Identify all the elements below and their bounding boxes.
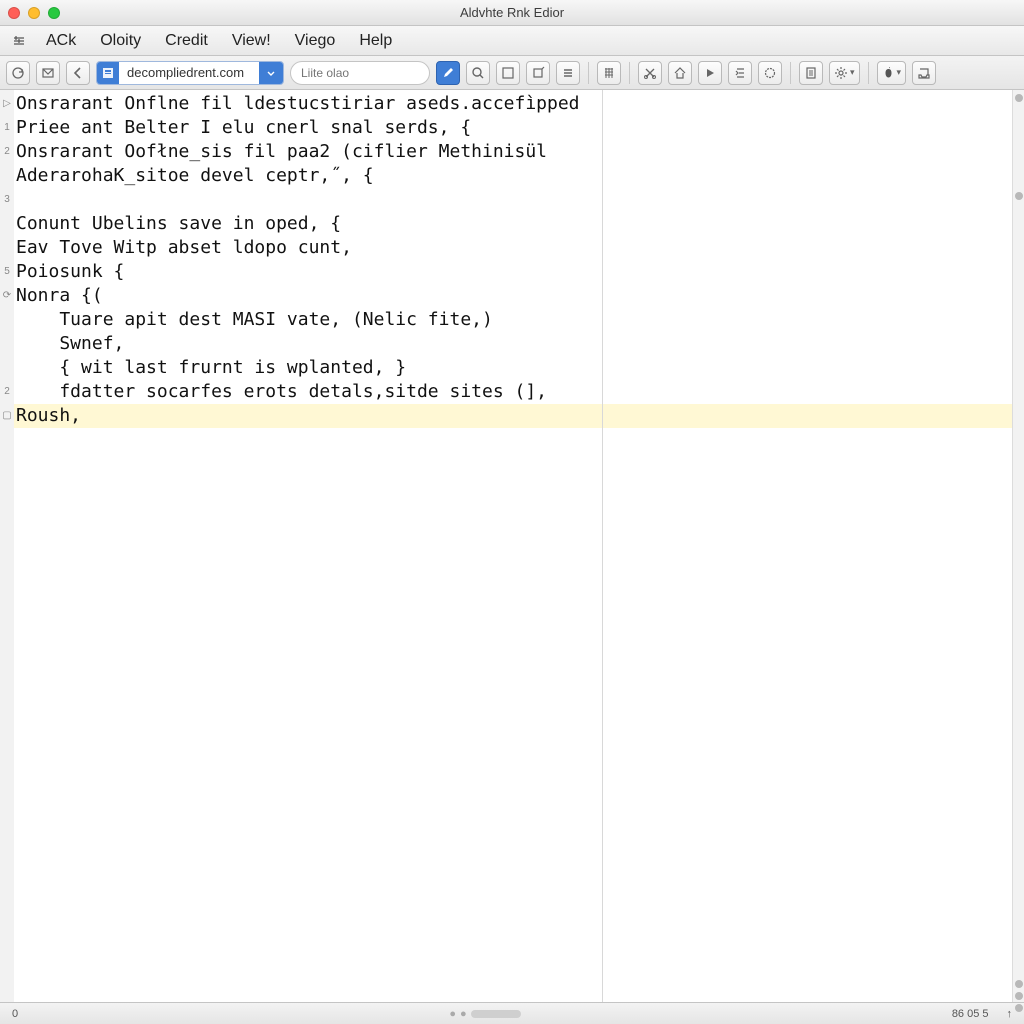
app-menu-icon[interactable] [4, 34, 34, 48]
separator [790, 62, 791, 84]
menu-label: Viego [295, 32, 336, 49]
export-button[interactable] [526, 61, 550, 85]
code-line[interactable]: Priee ant Belter I elu cnerl snal serds,… [14, 116, 1012, 140]
menu-view[interactable]: View! [220, 28, 283, 54]
editor-area: ▷12 3 5⟳2▢ Onsrarant Onflne fil ldestucs… [0, 90, 1024, 1002]
menu-label: ACk [46, 32, 76, 49]
menubar: ACk Oloity Credit View! Viego Help [0, 26, 1024, 56]
gutter-marker[interactable]: 1 [0, 116, 14, 140]
code-line[interactable]: AderarohaK_sitoe devel ceptr,˝, { [14, 164, 1012, 188]
code-line[interactable]: Swnef, [14, 332, 1012, 356]
minimize-window-button[interactable] [28, 7, 40, 19]
zoom-window-button[interactable] [48, 7, 60, 19]
url-favicon [97, 62, 119, 84]
cut-button[interactable] [638, 61, 662, 85]
gutter-marker[interactable]: 3 [0, 188, 14, 212]
search-button[interactable] [466, 61, 490, 85]
gutter-marker[interactable] [0, 164, 14, 188]
gutter-marker[interactable]: 5 [0, 260, 14, 284]
marker-icon [1015, 980, 1023, 988]
grid-button[interactable] [597, 61, 621, 85]
marker-icon [1015, 992, 1023, 1000]
gutter-marker[interactable] [0, 236, 14, 260]
separator [588, 62, 589, 84]
gutter-marker[interactable]: 2 [0, 140, 14, 164]
marker-icon [1015, 192, 1023, 200]
window-title: Aldvhte Rnk Edior [0, 5, 1024, 20]
url-text: decompliedrent.com [119, 65, 259, 80]
url-dropdown-icon[interactable] [259, 62, 283, 84]
menu-label: Oloity [100, 32, 141, 49]
chevron-down-icon: ▾ [897, 67, 902, 78]
gutter-marker[interactable]: ⟳ [0, 284, 14, 308]
gutter-marker[interactable] [0, 332, 14, 356]
window-controls [0, 7, 60, 19]
mail-button[interactable] [36, 61, 60, 85]
column-ruler [602, 90, 603, 1002]
chevron-down-icon: ▾ [850, 67, 855, 78]
titlebar: Aldvhte Rnk Edior [0, 0, 1024, 26]
marker-icon [1015, 94, 1023, 102]
back-button[interactable] [66, 61, 90, 85]
url-box[interactable]: decompliedrent.com [96, 61, 284, 85]
apple-icon [882, 66, 895, 79]
gear-icon [834, 66, 848, 80]
menu-ack[interactable]: ACk [34, 28, 88, 54]
list-button[interactable] [556, 61, 580, 85]
scroll-dot-icon: ● [460, 1008, 467, 1020]
settings-dropdown[interactable]: ▾ [829, 61, 860, 85]
gutter-icons: ▷12 3 5⟳2▢ [0, 90, 14, 1002]
horizontal-scrollbar[interactable]: ● ● [449, 1008, 520, 1020]
gutter-marker[interactable]: 2 [0, 380, 14, 404]
menu-viego[interactable]: Viego [283, 28, 348, 54]
menu-credit[interactable]: Credit [153, 28, 220, 54]
close-window-button[interactable] [8, 7, 20, 19]
gutter-marker[interactable] [0, 428, 14, 452]
code-line[interactable]: Conunt Ubelins save in oped, { [14, 212, 1012, 236]
indent-button[interactable] [728, 61, 752, 85]
notes-button[interactable] [799, 61, 823, 85]
cursor-position: 86 05 5 [948, 1008, 993, 1020]
status-left: 0 [8, 1008, 22, 1020]
code-line[interactable]: fdatter socarfes erots detals,sitde site… [14, 380, 1012, 404]
menu-label: Help [359, 32, 392, 49]
upload-icon[interactable]: ↑ [1003, 1008, 1017, 1020]
menu-label: Credit [165, 32, 208, 49]
code-line[interactable]: Nonra {( [14, 284, 1012, 308]
separator [629, 62, 630, 84]
code-line[interactable]: Onsrarant Oofłne_sis fil paa2 (ciflier M… [14, 140, 1012, 164]
gutter-marker[interactable] [0, 356, 14, 380]
home-button[interactable] [668, 61, 692, 85]
menu-label: View! [232, 32, 271, 49]
code-line[interactable]: Eav Tove Witp abset ldopo cunt, [14, 236, 1012, 260]
refresh-button[interactable] [6, 61, 30, 85]
code-line[interactable]: Poiosunk { [14, 260, 1012, 284]
code-line[interactable]: Tuare apit dest MASI vate, (Nelic fite,) [14, 308, 1012, 332]
gutter-marker[interactable]: ▢ [0, 404, 14, 428]
scrollbar-thumb[interactable] [471, 1010, 521, 1018]
panel-button[interactable] [496, 61, 520, 85]
inbox-button[interactable] [912, 61, 936, 85]
menu-oloity[interactable]: Oloity [88, 28, 153, 54]
toolbar: decompliedrent.com [0, 56, 1024, 90]
gutter-marker[interactable] [0, 308, 14, 332]
statusbar: 0 ● ● 86 05 5 ↑ [0, 1002, 1024, 1024]
scroll-dot-icon: ● [449, 1008, 456, 1020]
minimap-strip[interactable] [1012, 90, 1024, 1002]
code-line[interactable]: { wit last frurnt is wplanted, } [14, 356, 1012, 380]
play-button[interactable] [698, 61, 722, 85]
search-input[interactable] [290, 61, 430, 85]
apple-dropdown[interactable]: ▾ [877, 61, 907, 85]
gutter-marker[interactable] [0, 212, 14, 236]
sync-button[interactable] [758, 61, 782, 85]
code-line[interactable] [14, 188, 1012, 212]
code-line[interactable]: Onsrarant Onflne fil ldestucstiriar ased… [14, 92, 1012, 116]
separator [868, 62, 869, 84]
menu-help[interactable]: Help [347, 28, 404, 54]
code-editor[interactable]: Onsrarant Onflne fil ldestucstiriar ased… [14, 90, 1012, 1002]
code-line[interactable]: Roush, [14, 404, 1012, 428]
gutter-marker[interactable]: ▷ [0, 92, 14, 116]
edit-button[interactable] [436, 61, 460, 85]
